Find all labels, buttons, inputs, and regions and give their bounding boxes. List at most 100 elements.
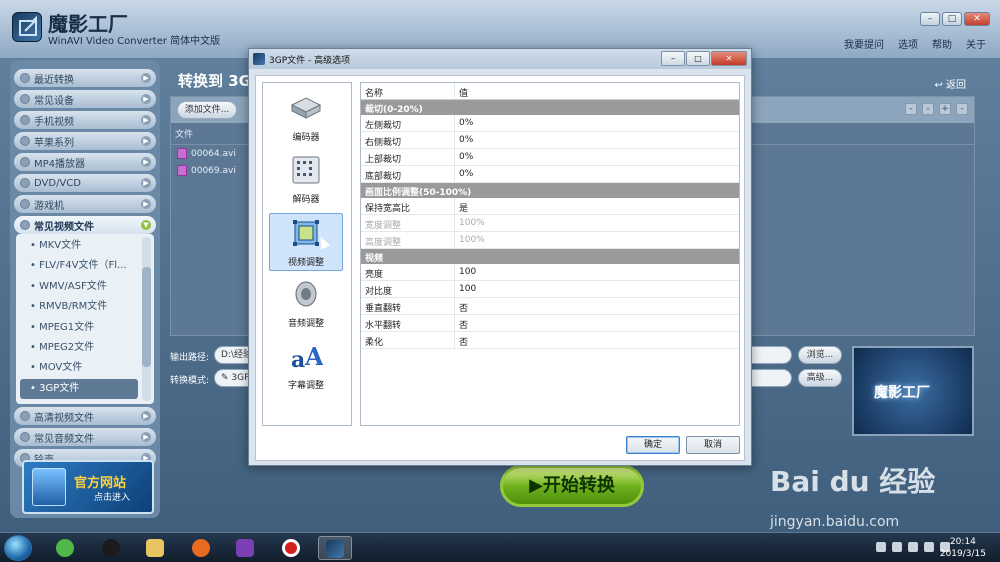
menu-about[interactable]: 关于 [966,36,986,51]
format-item-rmvb[interactable]: • RMVB/RM文件 [20,297,138,317]
taskbar-app-explorer[interactable] [138,536,172,560]
tray-network-icon[interactable] [908,542,918,552]
dialog-title: 3GP文件 - 高级选项 [269,55,351,66]
nav-video-adjust[interactable]: 视频调整 [269,213,343,271]
category-label: MP4播放器 [34,158,86,170]
format-item-wmv[interactable]: • WMV/ASF文件 [20,277,138,297]
property-value[interactable]: 100 [455,281,480,297]
menu-options[interactable]: 选项 [898,36,918,51]
property-name: 保持宽高比 [361,198,455,214]
category-apple[interactable]: 苹果系列 ▶ [14,132,156,150]
maximize-button[interactable]: □ [942,12,962,26]
format-item-flv[interactable]: • FLV/F4V文件（Fl... [20,256,138,276]
nav-encoder[interactable]: 编码器 [269,89,343,147]
tray-usb-icon[interactable] [892,542,902,552]
property-row[interactable]: 保持宽高比是 [361,198,739,215]
convert-mode-label: 转换模式: [170,376,210,386]
phone-icon [20,115,30,125]
format-item-mpeg2[interactable]: • MPEG2文件 [20,338,138,358]
category-dvd[interactable]: DVD/VCD ▶ [14,174,156,192]
property-name: 右侧裁切 [361,132,455,148]
property-value[interactable]: 0% [455,132,477,148]
property-value[interactable]: 0% [455,115,477,131]
taskbar-app-qq[interactable] [94,536,128,560]
official-site-banner[interactable]: 官方网站 点击进入 [22,460,154,514]
format-item-mov[interactable]: • MOV文件 [20,358,138,378]
minimize-button[interactable]: – [920,12,940,26]
scrollbar-thumb[interactable] [142,267,151,367]
menu-ask[interactable]: 我要提问 [844,36,884,51]
property-name: 柔化 [361,332,455,348]
property-row[interactable]: 柔化否 [361,332,739,349]
advanced-button[interactable]: 高级... [798,369,842,387]
property-value[interactable]: 0% [455,149,477,165]
settings-icon[interactable]: - [956,103,968,115]
taskbar-app-firefox[interactable] [184,536,218,560]
output-path-label: 输出路径: [170,353,210,363]
property-row[interactable]: 上部裁切 0% [361,149,739,166]
start-button[interactable] [4,535,32,561]
dialog-maximize-button[interactable]: □ [686,51,710,66]
nav-subtitle-adjust[interactable]: aA 字幕调整 [269,337,343,395]
category-audio[interactable]: 常见音频文件 ▶ [14,428,156,446]
property-name: 左侧裁切 [361,115,455,131]
chevron-right-icon: ▶ [141,73,151,83]
nav-decoder[interactable]: 解码器 [269,151,343,209]
browse-button[interactable]: 浏览... [798,346,842,364]
music-icon [20,432,30,442]
property-value[interactable]: 否 [455,332,472,348]
taskbar-app-winavi[interactable] [318,536,352,560]
dialog-close-button[interactable]: ✕ [711,51,747,66]
tray-keyboard-icon[interactable] [876,542,886,552]
category-devices[interactable]: 常见设备 ▶ [14,90,156,108]
format-list-scrollbar[interactable] [142,237,151,401]
property-value[interactable]: 否 [455,298,472,314]
clock-icon [20,73,30,83]
category-game[interactable]: 游戏机 ▶ [14,195,156,213]
property-row[interactable]: 对比度 100 [361,281,739,298]
chevron-right-icon: ▶ [141,157,151,167]
value-column-header: 值 [459,89,469,99]
remove-icon[interactable]: - [905,103,917,115]
property-row[interactable]: 垂直翻转否 [361,298,739,315]
add-file-button[interactable]: 添加文件... [177,101,237,119]
property-row[interactable]: 右侧裁切 0% [361,132,739,149]
category-video-files[interactable]: 常见视频文件 ▼ [14,216,156,234]
category-mobile[interactable]: 手机视频 ▶ [14,111,156,129]
property-row[interactable]: 水平翻转否 [361,315,739,332]
clear-icon[interactable]: - [922,103,934,115]
category-hd[interactable]: 高清视频文件 ▶ [14,407,156,425]
promo-subtitle: 点击进入 [94,493,131,503]
close-button[interactable]: ✕ [964,12,990,26]
category-mp4[interactable]: MP4播放器 ▶ [14,153,156,171]
property-value[interactable]: 0% [455,166,477,182]
format-item-mkv[interactable]: • MKV文件 [20,236,138,256]
nav-audio-adjust[interactable]: 音频调整 [269,275,343,333]
menu-help[interactable]: 帮助 [932,36,952,51]
video-file-icon [177,165,187,176]
back-button[interactable]: ↩ 返回 [934,76,966,91]
property-row[interactable]: 左侧裁切 0% [361,115,739,132]
clock[interactable]: 20:14 2019/3/15 [940,536,986,560]
tray-volume-icon[interactable] [924,542,934,552]
ok-button[interactable]: 确定 [626,436,680,454]
start-convert-button[interactable]: ▶开始转换 [500,465,644,507]
taskbar-app-360[interactable] [48,536,82,560]
format-item-mpeg1[interactable]: • MPEG1文件 [20,318,138,338]
taskbar-app-recorder[interactable] [274,536,308,560]
add-icon[interactable]: + [939,103,951,115]
dialog-minimize-button[interactable]: – [661,51,685,66]
property-row[interactable]: 亮度 100 [361,264,739,281]
chevron-down-icon: ▼ [141,220,151,230]
property-value[interactable]: 是 [455,198,472,214]
property-row: 宽度调整 100% [361,215,739,232]
property-row[interactable]: 底部裁切 0% [361,166,739,183]
cancel-button[interactable]: 取消 [686,436,740,454]
taskbar-app-video[interactable] [228,536,262,560]
preview-logo: 魔影工厂 [874,385,930,401]
format-item-3gp[interactable]: • 3GP文件 [20,378,138,400]
apple-icon [20,136,30,146]
category-recent[interactable]: 最近转换 ▶ [14,69,156,87]
property-value[interactable]: 否 [455,315,472,331]
property-value[interactable]: 100 [455,264,480,280]
